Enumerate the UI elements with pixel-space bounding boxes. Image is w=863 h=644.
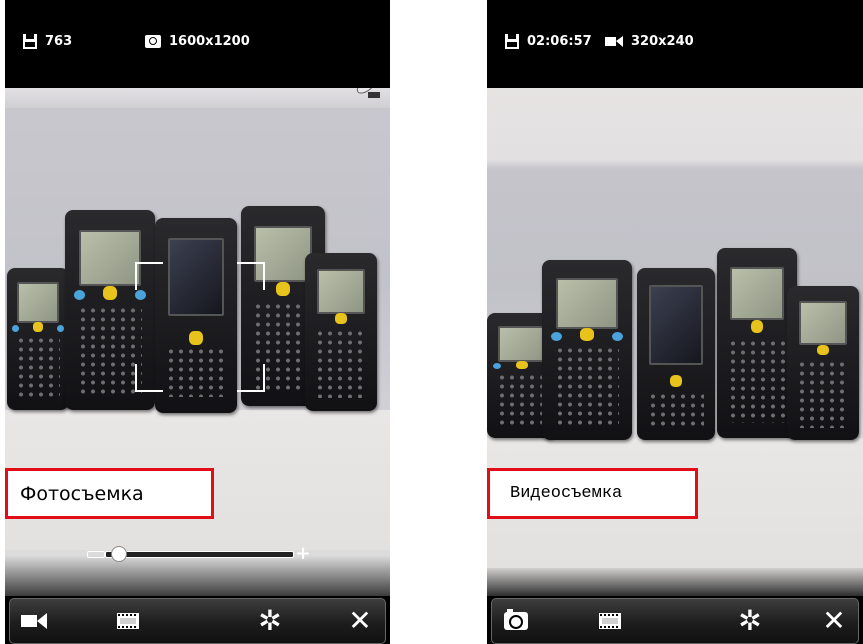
photo-mode-label: Фотосъемка xyxy=(5,468,214,519)
close-button[interactable]: ✕ xyxy=(814,605,854,637)
device-5 xyxy=(787,286,859,440)
device-5 xyxy=(305,253,377,411)
video-mode-text: Видеосъемка xyxy=(510,484,623,503)
storage-status: 763 xyxy=(23,30,72,52)
device-2 xyxy=(542,260,632,440)
video-resolution-value: 320x240 xyxy=(631,33,694,49)
camera-icon xyxy=(504,609,528,630)
video-icon xyxy=(605,35,623,47)
satellite-icon xyxy=(356,88,380,98)
bottom-toolbar: ✲ ✕ xyxy=(5,596,390,644)
photo-mode-screen: 763 1600x1200 Фотосъемка + ✲ ✕ xyxy=(5,0,390,644)
zoom-track[interactable] xyxy=(105,551,294,558)
focus-bracket-bottom-left xyxy=(135,364,163,392)
memory-card-icon xyxy=(505,33,519,49)
focus-bracket-top-right xyxy=(237,262,265,290)
switch-to-photo-button[interactable] xyxy=(496,605,536,637)
close-icon: ✕ xyxy=(348,604,372,637)
film-strip-icon xyxy=(599,613,621,629)
zoom-in-icon[interactable]: + xyxy=(294,545,312,563)
camera-viewfinder[interactable] xyxy=(5,88,390,596)
close-button[interactable]: ✕ xyxy=(340,605,380,637)
gallery-button[interactable] xyxy=(108,605,148,637)
video-mode-screen: 02:06:57 320x240 Видеосъемка ✲ ✕ xyxy=(487,0,863,644)
photo-mode-text: Фотосъемка xyxy=(20,482,144,505)
close-icon: ✕ xyxy=(822,604,846,637)
status-bar: 02:06:57 320x240 xyxy=(487,0,863,88)
device-3 xyxy=(155,218,237,413)
device-1 xyxy=(7,268,69,410)
photo-resolution-value: 1600x1200 xyxy=(169,33,250,49)
recording-time-status: 02:06:57 xyxy=(505,30,592,52)
focus-bracket-bottom-right xyxy=(237,364,265,392)
device-4 xyxy=(717,248,797,438)
zoom-knob[interactable] xyxy=(111,546,127,562)
storage-remaining-value: 763 xyxy=(45,33,73,49)
settings-button[interactable]: ✲ xyxy=(730,605,770,637)
gallery-button[interactable] xyxy=(590,605,630,637)
zoom-out-icon[interactable] xyxy=(87,551,105,558)
zoom-slider[interactable]: + xyxy=(87,545,312,565)
resolution-status: 1600x1200 xyxy=(145,30,250,52)
settings-button[interactable]: ✲ xyxy=(250,605,290,637)
camera-icon xyxy=(145,34,161,48)
film-strip-icon xyxy=(117,613,139,629)
status-bar: 763 1600x1200 xyxy=(5,0,390,88)
switch-to-video-button[interactable] xyxy=(14,605,54,637)
recording-time-remaining: 02:06:57 xyxy=(527,33,592,49)
video-camera-icon xyxy=(21,613,47,629)
video-mode-label: Видеосъемка xyxy=(487,468,698,519)
video-resolution-status: 320x240 xyxy=(605,30,694,52)
device-3 xyxy=(637,268,715,440)
wall-top xyxy=(5,88,390,108)
bottom-toolbar: ✲ ✕ xyxy=(487,596,863,644)
memory-card-icon xyxy=(23,33,37,49)
gear-icon: ✲ xyxy=(258,604,282,637)
focus-bracket-top-left xyxy=(135,262,163,290)
camera-viewfinder[interactable] xyxy=(487,88,863,596)
gear-icon: ✲ xyxy=(738,604,762,637)
